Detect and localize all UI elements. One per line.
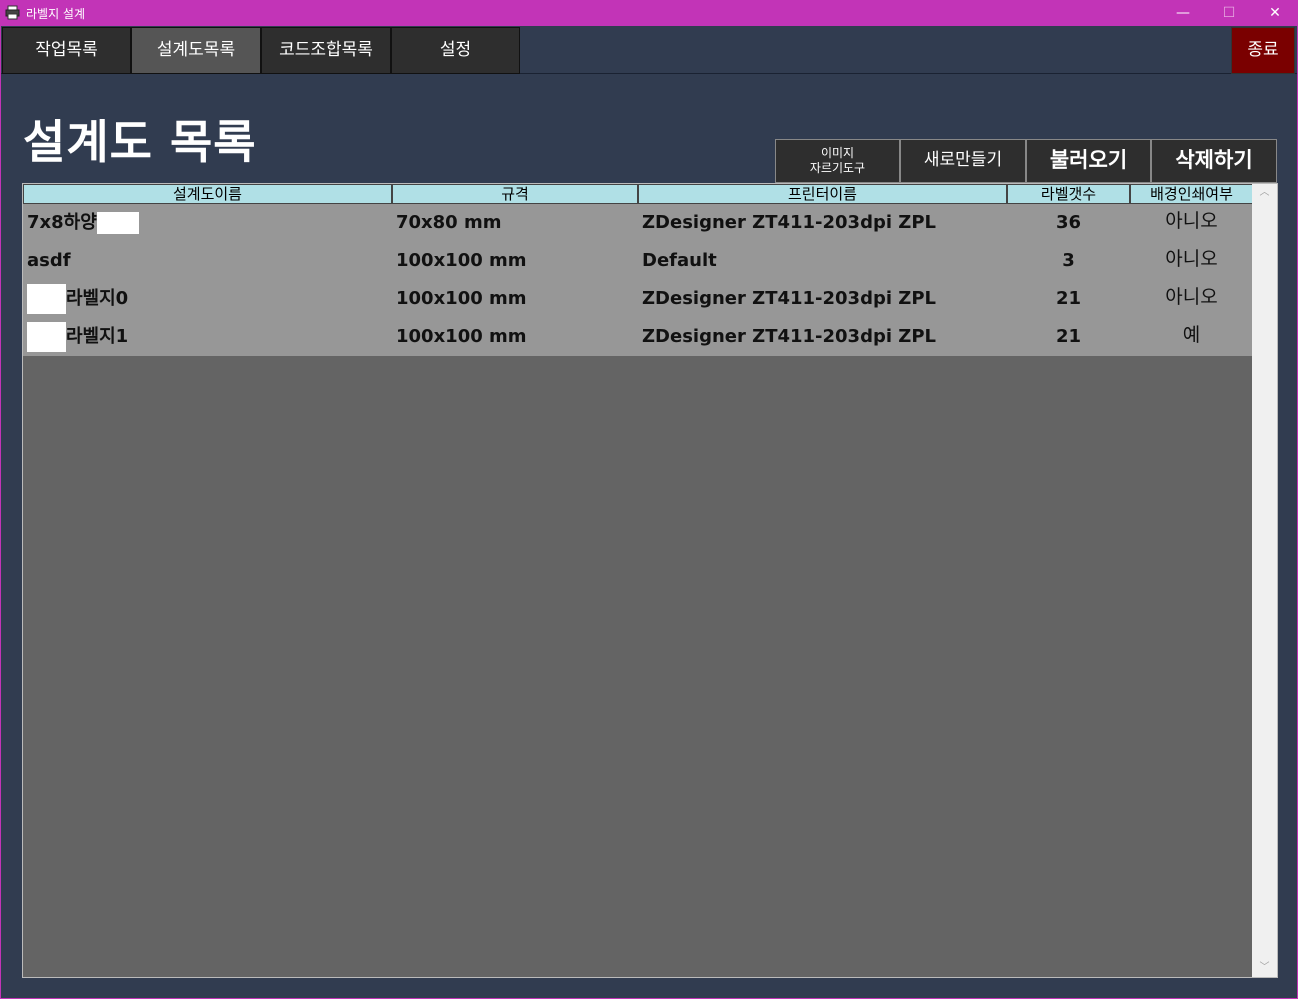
cell-name: 라벨지0 [27,280,387,318]
cell-size: 100x100 mm [396,250,527,271]
tab-settings[interactable]: 설정 [391,27,520,74]
design-list-table[interactable]: 설계도이름 규격 프린터이름 라벨갯수 배경인쇄여부 7x8하양 70x80 m… [22,183,1278,978]
cell-size: 70x80 mm [396,212,502,233]
column-header-size[interactable]: 규격 [392,184,638,204]
tab-job-list[interactable]: 작업목록 [2,27,131,74]
vertical-scrollbar[interactable]: ︿ ﹀ [1252,184,1277,977]
cell-printer: Default [642,250,717,271]
cell-count: 21 [1055,326,1082,347]
maximize-button[interactable]: ☐ [1206,0,1252,26]
image-crop-tool-button[interactable]: 이미지 자르기도구 [775,139,900,183]
page-title: 설계도 목록 [23,115,257,169]
column-header-name[interactable]: 설계도이름 [23,184,392,204]
cell-bg-print: 아니오 [1165,210,1218,232]
cell-name-text: 라벨지1 [66,326,129,347]
cell-size: 100x100 mm [396,288,527,309]
chevron-down-icon[interactable]: ﹀ [1252,959,1277,977]
cell-name-text: 7x8하양 [27,212,97,233]
minimize-button[interactable]: — [1160,0,1206,26]
tab-code-combination-list[interactable]: 코드조합목록 [261,27,391,74]
cell-count: 3 [1062,250,1075,271]
window-title: 라벨지 설계 [26,7,86,21]
table-row[interactable]: 7x8하양 70x80 mm ZDesigner ZT411-203dpi ZP… [23,204,1252,242]
cell-bg-print: 아니오 [1165,286,1218,308]
cell-name-text: 라벨지0 [66,288,129,309]
cell-count: 36 [1055,212,1082,233]
cell-count: 21 [1055,288,1082,309]
table-header: 설계도이름 규격 프린터이름 라벨갯수 배경인쇄여부 [23,184,1253,204]
table-row[interactable]: 라벨지1 100x100 mm ZDesigner ZT411-203dpi Z… [23,318,1252,356]
column-header-printer[interactable]: 프린터이름 [638,184,1007,204]
new-design-button[interactable]: 새로만들기 [900,139,1026,183]
crop-tool-label-line1: 이미지 [820,146,855,160]
cell-bg-print: 예 [1182,324,1201,346]
column-header-count[interactable]: 라벨갯수 [1007,184,1130,204]
exit-button[interactable]: 종료 [1231,27,1295,74]
cell-printer: ZDesigner ZT411-203dpi ZPL [642,288,937,309]
cell-name: 라벨지1 [27,318,387,356]
close-button[interactable]: ✕ [1252,0,1298,26]
app-client-area: 작업목록 설계도목록 코드조합목록 설정 종료 설계도 목록 이미지 자르기도구… [1,26,1297,998]
cell-printer: ZDesigner ZT411-203dpi ZPL [642,212,937,233]
cell-printer: ZDesigner ZT411-203dpi ZPL [642,326,937,347]
cell-name: 7x8하양 [27,204,387,242]
table-row[interactable]: 라벨지0 100x100 mm ZDesigner ZT411-203dpi Z… [23,280,1252,318]
cell-bg-print: 아니오 [1165,248,1218,270]
redacted-block [27,322,66,352]
redacted-block [27,284,66,314]
crop-tool-label-line2: 자르기도구 [809,161,866,175]
tab-design-list[interactable]: 설계도목록 [131,27,261,74]
delete-button[interactable]: 삭제하기 [1151,139,1277,183]
table-row[interactable]: asdf 100x100 mm Default 3 아니오 [23,242,1252,280]
window-titlebar[interactable]: 라벨지 설계 — ☐ ✕ [0,0,1298,26]
cell-size: 100x100 mm [396,326,527,347]
column-header-bg-print[interactable]: 배경인쇄여부 [1130,184,1253,204]
chevron-up-icon[interactable]: ︿ [1252,184,1277,202]
top-navbar: 작업목록 설계도목록 코드조합목록 설정 종료 [1,26,1297,74]
cell-name: asdf [27,250,71,271]
redacted-block [96,212,139,234]
printer-icon [5,5,20,20]
load-button[interactable]: 불러오기 [1026,139,1151,183]
